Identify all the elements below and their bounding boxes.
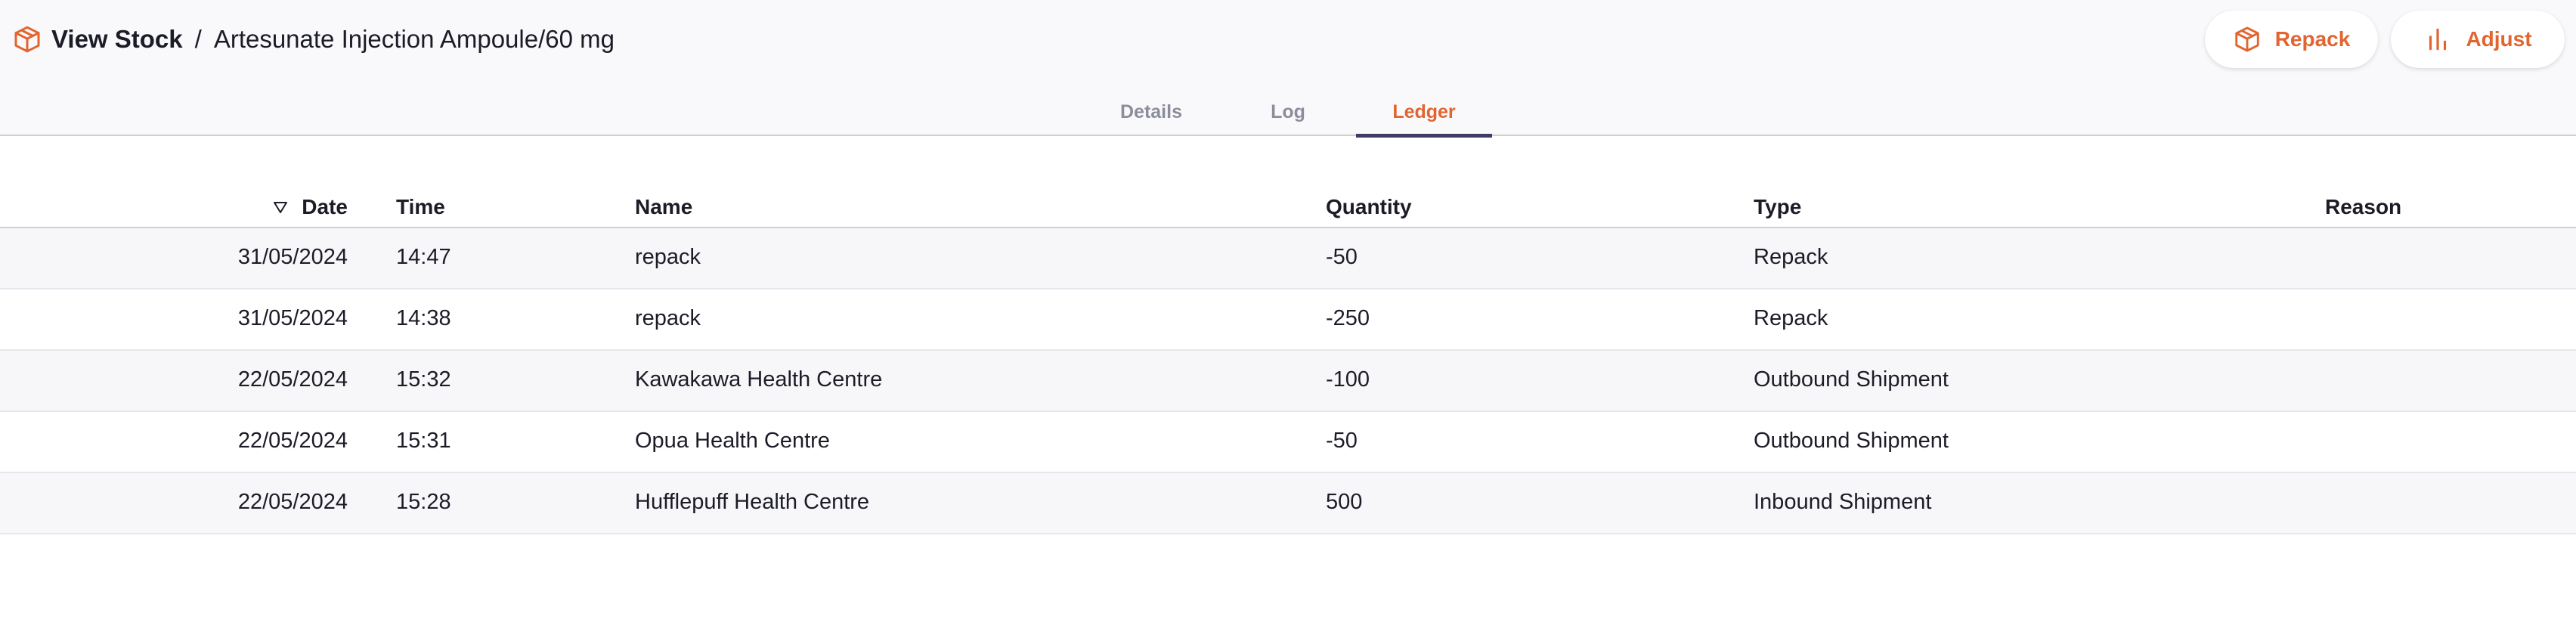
breadcrumb-view-stock[interactable]: View Stock	[51, 25, 183, 54]
cell-type: Repack	[1754, 245, 1828, 269]
breadcrumb-separator: /	[194, 25, 202, 53]
app-header: View Stock / Artesunate Injection Ampoul…	[0, 0, 2576, 138]
bar-chart-icon	[2423, 25, 2452, 54]
table-header: Date Time Name Quantity Type Reason	[0, 181, 2576, 228]
cell-quantity: -100	[1326, 367, 1370, 392]
cube-icon	[2233, 25, 2262, 54]
cell-quantity: -50	[1326, 245, 1358, 269]
cell-name: Kawakawa Health Centre	[635, 367, 883, 392]
cell-date: 22/05/2024	[237, 429, 348, 453]
table-row[interactable]: 22/05/2024 15:31 Opua Health Centre -50 …	[0, 412, 2576, 473]
repack-button-label: Repack	[2274, 27, 2351, 51]
breadcrumb-current-item: Artesunate Injection Ampoule/60 mg	[213, 25, 615, 53]
cell-name: Opua Health Centre	[635, 429, 830, 453]
cell-date: 31/05/2024	[237, 306, 348, 330]
tab-bar: Details Log Ledger	[0, 89, 2576, 138]
column-header-time[interactable]: Time	[396, 195, 445, 219]
table-row[interactable]: 31/05/2024 14:47 repack -50 Repack	[0, 228, 2576, 290]
adjust-button[interactable]: Adjust	[2391, 11, 2565, 68]
tab-log[interactable]: Log	[1232, 89, 1344, 135]
cell-time: 14:47	[396, 245, 451, 269]
table-row[interactable]: 31/05/2024 14:38 repack -250 Repack	[0, 290, 2576, 351]
column-header-type[interactable]: Type	[1754, 195, 1801, 219]
adjust-button-label: Adjust	[2466, 27, 2532, 51]
cube-icon	[12, 24, 42, 54]
cell-type: Inbound Shipment	[1754, 490, 1932, 514]
cell-time: 15:32	[396, 367, 451, 392]
cell-time: 14:38	[396, 306, 451, 330]
column-header-date[interactable]: Date	[271, 195, 348, 219]
sort-descending-icon	[271, 198, 289, 216]
cell-type: Repack	[1754, 306, 1828, 330]
cell-time: 15:31	[396, 429, 451, 453]
column-header-reason[interactable]: Reason	[2325, 195, 2401, 219]
cell-quantity: 500	[1326, 490, 1363, 514]
breadcrumb: View Stock / Artesunate Injection Ampoul…	[12, 23, 615, 56]
table-row[interactable]: 22/05/2024 15:28 Hufflepuff Health Centr…	[0, 473, 2576, 534]
table-row[interactable]: 22/05/2024 15:32 Kawakawa Health Centre …	[0, 351, 2576, 412]
cell-name: repack	[635, 245, 701, 269]
tab-ledger[interactable]: Ledger	[1356, 89, 1492, 138]
cell-quantity: -250	[1326, 306, 1370, 330]
tab-details[interactable]: Details	[1096, 89, 1206, 135]
cell-name: repack	[635, 306, 701, 330]
cell-date: 31/05/2024	[237, 245, 348, 269]
cell-date: 22/05/2024	[237, 490, 348, 514]
ledger-table: Date Time Name Quantity Type Reason 31/0…	[0, 181, 2576, 534]
column-header-quantity[interactable]: Quantity	[1326, 195, 1412, 219]
cell-date: 22/05/2024	[237, 367, 348, 392]
cell-time: 15:28	[396, 490, 451, 514]
column-header-name[interactable]: Name	[635, 195, 692, 219]
cell-type: Outbound Shipment	[1754, 429, 1949, 453]
cell-name: Hufflepuff Health Centre	[635, 490, 870, 514]
cell-type: Outbound Shipment	[1754, 367, 1949, 392]
cell-quantity: -50	[1326, 429, 1358, 453]
repack-button[interactable]: Repack	[2205, 11, 2378, 68]
